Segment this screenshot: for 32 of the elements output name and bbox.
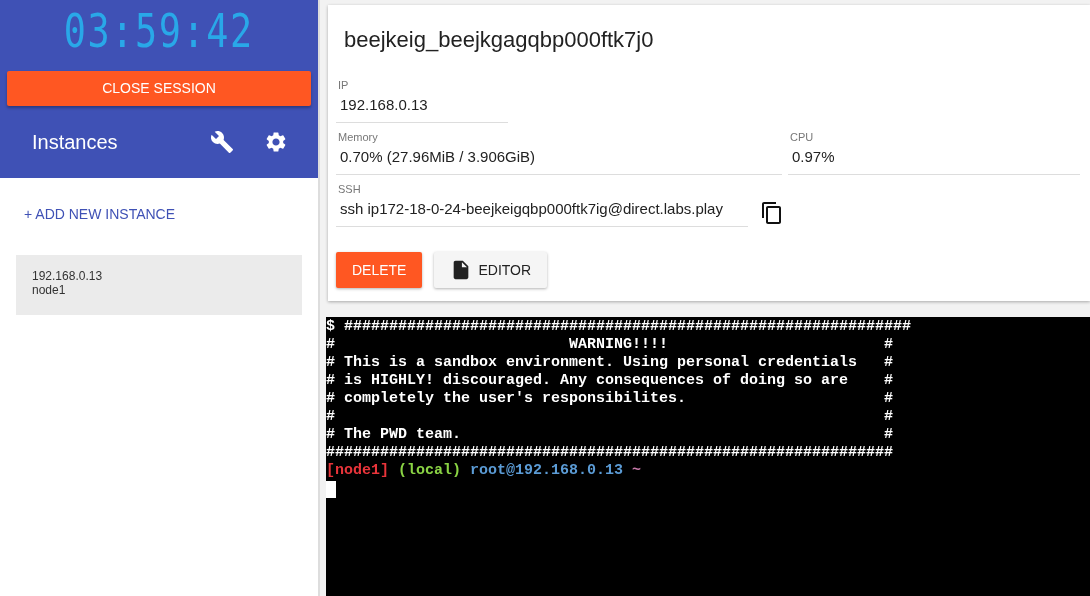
field-value: 0.97% <box>791 148 836 165</box>
instance-ip: 192.168.0.13 <box>32 269 104 283</box>
field-label: Memory <box>338 130 379 145</box>
terminal-line: # completely the user's responsibilites. # <box>326 390 895 408</box>
add-instance-button[interactable]: + ADD NEW INSTANCE <box>24 206 176 222</box>
settings-icon[interactable] <box>264 130 288 155</box>
field-value: ssh ip172-18-0-24-beejkeigqbp000ftk7ig@direct.labs.play <box>339 200 724 217</box>
prompt-text: [node1] <box>326 462 389 480</box>
copy-icon[interactable] <box>760 201 784 225</box>
terminal-line: # This is a sandbox environment. Using personal credentials # <box>326 354 895 372</box>
prompt-text: root@192.168.0.13 <box>470 462 624 480</box>
session-timer: 03:59:42 <box>63 3 254 60</box>
terminal-line: # WARNING!!!! # <box>326 336 895 354</box>
instance-name: node1 <box>32 283 67 297</box>
instances-title: Instances <box>32 130 119 154</box>
terminal-line: # is HIGHLY! discouraged. Any consequences of doing so are # <box>326 372 895 390</box>
field-value: 192.168.0.13 <box>339 96 429 113</box>
terminal-line: ############################################################### <box>326 444 895 462</box>
field-value: 0.70% (27.96MiB / 3.906GiB) <box>339 148 537 165</box>
field-label: SSH <box>338 182 362 197</box>
instance-title: beejkeig_beejkgagqbp000ftk7j0 <box>343 27 655 54</box>
wrench-icon[interactable] <box>210 130 234 155</box>
field-label: CPU <box>790 130 815 145</box>
terminal-cursor <box>326 481 336 498</box>
terminal-line: $ ############################################################### <box>326 318 913 336</box>
terminal-line: # # <box>326 408 895 426</box>
terminal-line: # The PWD team. # <box>326 426 895 444</box>
instance-item[interactable]: 192.168.0.13 node1 <box>16 255 302 315</box>
editor-button[interactable]: EDITOR <box>434 252 548 288</box>
prompt-text: ~ <box>632 462 642 480</box>
prompt-text: (local) <box>398 462 462 480</box>
field-label: IP <box>338 78 350 93</box>
